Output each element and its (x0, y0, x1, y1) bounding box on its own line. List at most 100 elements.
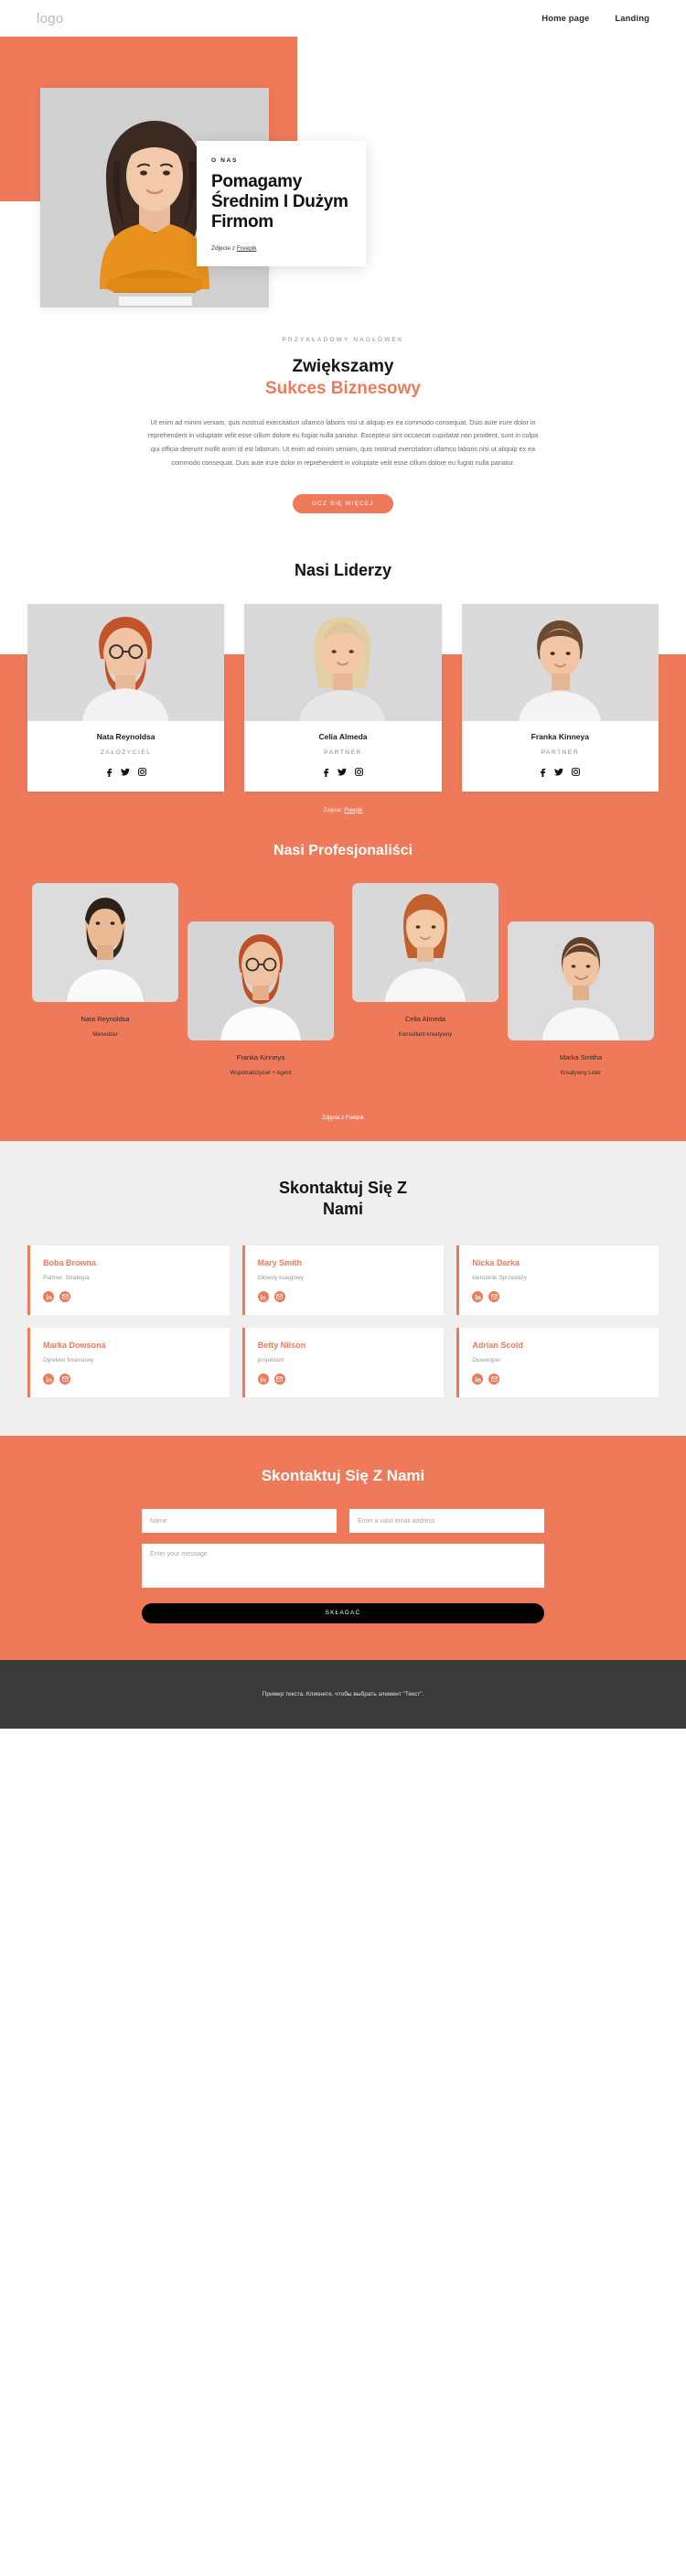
professional-role: Kreatywny Lider (560, 1069, 602, 1076)
professional-name: Celia Almeda (404, 1014, 446, 1023)
email-icon[interactable] (59, 1291, 70, 1303)
facebook-icon[interactable] (540, 768, 546, 777)
leader-photo (244, 603, 442, 721)
linkedin-icon[interactable] (43, 1374, 54, 1385)
contact-role: Główny księgowy (257, 1275, 304, 1282)
linkedin-icon[interactable] (257, 1291, 269, 1303)
linkedin-icon[interactable] (472, 1291, 484, 1303)
logo[interactable]: logo (37, 11, 64, 27)
contact-socials (472, 1291, 646, 1303)
professional-card[interactable]: Franka Kinneya Współzałożyciel + Agent (188, 921, 334, 1076)
young-man-portrait-illustration (461, 603, 659, 721)
contact-socials (257, 1374, 432, 1385)
instagram-icon[interactable] (137, 768, 146, 776)
professional-card[interactable]: Nata Reynoldsa Menedżer (32, 882, 178, 1038)
leader-name: Franka Kinneya (531, 731, 589, 741)
email-icon[interactable] (59, 1374, 70, 1385)
leader-photo (461, 603, 659, 721)
contact-form-section: Skontaktuj Się Z Nami SKŁADAĆ (0, 1436, 686, 1660)
email-icon[interactable] (488, 1374, 500, 1385)
blonde-woman-portrait-illustration (244, 603, 442, 721)
email-icon[interactable] (273, 1291, 285, 1303)
professional-card[interactable]: Celia Almeda Konsultant kreatywny (352, 882, 498, 1038)
leader-socials (462, 768, 659, 777)
footer-text: Пример текста. Кликните, чтобы выбрать э… (262, 1690, 424, 1698)
professionals-heading: Nasi Profesjonaliści (273, 842, 413, 858)
submit-button[interactable]: SKŁADAĆ (142, 1602, 544, 1623)
linkedin-icon[interactable] (257, 1374, 269, 1385)
contact-socials (43, 1291, 217, 1303)
contact-name: Boba Browna (43, 1258, 97, 1268)
contact-card[interactable]: Boba Browna Partner, Strategia (27, 1245, 230, 1316)
name-input[interactable] (142, 1509, 337, 1534)
professionals-photo-credit: Zdjęcia z Freepik (322, 1115, 364, 1121)
contacts-heading-line2: Nami (322, 1199, 363, 1218)
contact-name: Adrian Scold (472, 1341, 523, 1351)
hero-photo-credit: Zdjęcie z Freepik (211, 245, 351, 252)
contact-name: Mary Smith (257, 1258, 303, 1268)
leader-card[interactable]: Celia Almeda PARTNER (244, 603, 442, 792)
learn-more-button[interactable]: UCZ SIĘ WIĘCEJ (293, 493, 393, 513)
ginger-man-glasses-portrait-illustration (188, 921, 334, 1040)
intro-paragraph: Ut enim ad minim veniam, quis nostrud ex… (147, 417, 539, 467)
contact-role: projektant (257, 1357, 284, 1364)
linkedin-icon[interactable] (472, 1374, 484, 1385)
leaders-credit-prefix: Zdjęcie: (323, 807, 345, 814)
instagram-icon[interactable] (572, 768, 581, 776)
contact-role: kierownik Sprzedaży (472, 1275, 527, 1282)
leader-photo (27, 603, 225, 721)
intro-kicker: PRZYKŁADOWY NAGŁÓWEK (282, 337, 404, 343)
professional-name: Nata Reynoldsa (80, 1014, 130, 1023)
man-beard-portrait-illustration (32, 882, 178, 1002)
contact-role: Deweloper (472, 1357, 501, 1364)
contacts-heading-line1: Skontaktuj Się Z (278, 1178, 408, 1197)
leader-socials (244, 768, 441, 777)
hero-title: Pomagamy Średnim I Dużym Firmom (211, 172, 348, 232)
contact-card[interactable]: Marka Dowsona Dyrektor finansowy (27, 1328, 230, 1398)
leaders-grid: Nata Reynoldsa ZAŁOŻYCIEL Celia Almeda P… (27, 603, 659, 792)
contact-form-heading: Skontaktuj Się Z Nami (261, 1467, 425, 1485)
professional-name: Franka Kinneya (236, 1052, 285, 1062)
professional-role: Menedżer (92, 1030, 118, 1038)
facebook-icon[interactable] (106, 768, 113, 777)
contacts-grid: Boba Browna Partner, Strategia Mary Smit… (27, 1245, 659, 1398)
leader-card[interactable]: Franka Kinneya PARTNER (461, 603, 659, 792)
professional-name: Marka Smitha (559, 1052, 603, 1062)
contact-role: Dyrektor finansowy (43, 1357, 94, 1364)
linkedin-icon[interactable] (43, 1291, 54, 1303)
hero-credit-link[interactable]: Freepik (237, 245, 257, 252)
instagram-icon[interactable] (355, 768, 363, 776)
contact-card[interactable]: Nicka Darka kierownik Sprzedaży (456, 1245, 659, 1316)
leader-socials (27, 768, 224, 777)
facebook-icon[interactable] (323, 768, 329, 777)
twitter-icon[interactable] (554, 768, 564, 777)
contact-card[interactable]: Mary Smith Główny księgowy (241, 1245, 445, 1316)
nav-link-home-page[interactable]: Home page (541, 14, 589, 24)
leader-card[interactable]: Nata Reynoldsa ZAŁOŻYCIEL (27, 603, 225, 792)
site-header: logo Home page Landing (0, 0, 686, 37)
intro-heading-line1: Zwiększamy (292, 357, 394, 376)
site-footer: Пример текста. Кликните, чтобы выбрать э… (0, 1659, 686, 1729)
leaders-heading: Nasi Liderzy (294, 560, 392, 579)
intro-heading-line2: Sukces Biznesowy (264, 378, 422, 398)
message-textarea[interactable] (142, 1544, 544, 1589)
professional-card[interactable]: Marka Smitha Kreatywny Lider (508, 921, 654, 1076)
leader-role: PARTNER (324, 749, 362, 756)
hero-credit-prefix: Zdjęcie z (211, 245, 237, 253)
smiling-young-man-portrait-illustration (508, 921, 654, 1040)
nav-link-landing[interactable]: Landing (615, 14, 649, 24)
professional-role: Współzałożyciel + Agent (230, 1069, 292, 1076)
email-input[interactable] (349, 1509, 544, 1534)
contact-card[interactable]: Adrian Scold Deweloper (456, 1328, 659, 1398)
twitter-icon[interactable] (337, 768, 347, 777)
hero-section: O NAS Pomagamy Średnim I Dużym Firmom Zd… (0, 37, 686, 307)
email-icon[interactable] (273, 1374, 285, 1385)
leaders-section: Nasi Liderzy Nata Reynoldsa ZAŁOŻYCIEL C… (0, 512, 686, 814)
red-haired-woman-portrait-illustration (352, 882, 498, 1002)
leaders-credit-link[interactable]: Freepik (344, 808, 362, 814)
email-icon[interactable] (488, 1291, 500, 1303)
contact-socials (257, 1291, 432, 1303)
twitter-icon[interactable] (120, 768, 130, 777)
contact-card[interactable]: Betty Nilson projektant (241, 1328, 445, 1398)
contact-name: Nicka Darka (472, 1258, 520, 1268)
